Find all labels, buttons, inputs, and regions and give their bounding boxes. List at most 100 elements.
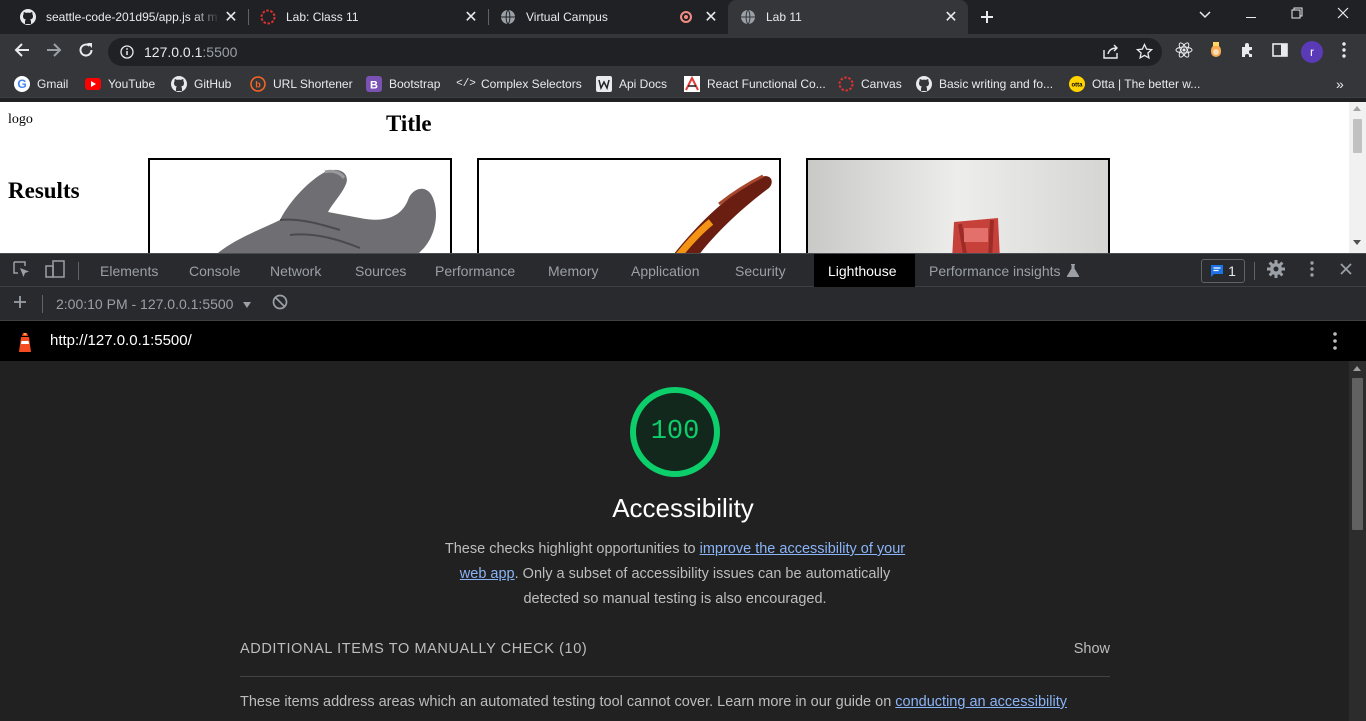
side-panel-button[interactable] — [1265, 37, 1295, 67]
tab-network[interactable]: Network — [256, 254, 335, 287]
tab-title: Lab: Class 11 — [286, 10, 359, 24]
report-header: http://127.0.0.1:5500/ — [0, 321, 1366, 361]
tab-console[interactable]: Console — [175, 254, 254, 287]
tab-github-app-js[interactable]: seattle-code-201d95/app.js at m ✕ — [8, 0, 248, 34]
close-icon[interactable]: ✕ — [700, 6, 722, 28]
results-heading: Results — [8, 178, 80, 203]
issues-counter-button[interactable]: 1 — [1201, 259, 1245, 283]
scroll-down-arrow-icon[interactable] — [1353, 240, 1361, 245]
tab-search-button[interactable] — [1182, 0, 1228, 30]
product-card-chair[interactable] — [806, 158, 1110, 253]
tab-sources[interactable]: Sources — [341, 254, 420, 287]
tab-performance-insights[interactable]: Performance insights — [915, 254, 1093, 287]
devtools-menu-button[interactable] — [1300, 259, 1324, 283]
report-selector[interactable]: 2:00:10 PM - 127.0.0.1:5500 — [56, 296, 252, 312]
report-menu-button[interactable] — [1326, 331, 1344, 351]
manual-checks-header[interactable]: ADDITIONAL ITEMS TO MANUALLY CHECK (10) … — [240, 639, 1110, 677]
bookmark-label: React Functional Co... — [707, 77, 826, 91]
tab-lighthouse[interactable]: Lighthouse — [814, 254, 915, 287]
github-icon — [20, 9, 36, 25]
report-scrollbar[interactable] — [1349, 361, 1366, 721]
inspect-element-button[interactable] — [9, 259, 33, 283]
bookmark-basic-writing[interactable]: Basic writing and fo... — [916, 74, 1053, 94]
issues-count: 1 — [1228, 263, 1236, 279]
devtools-settings-button[interactable] — [1264, 259, 1288, 283]
scrollbar-thumb[interactable] — [1352, 378, 1363, 530]
share-icon[interactable] — [1102, 44, 1120, 60]
info-icon[interactable] — [120, 45, 134, 59]
scroll-up-arrow-icon[interactable] — [1353, 106, 1361, 111]
tab-memory[interactable]: Memory — [534, 254, 613, 287]
otta-icon: otta — [1069, 76, 1085, 92]
product-card-pipe[interactable] — [477, 158, 781, 253]
scroll-up-arrow-icon[interactable] — [1353, 366, 1361, 371]
bookmark-github[interactable]: GitHub — [171, 74, 231, 94]
recording-icon — [680, 11, 692, 23]
browser-toolbar: 127.0.0.1:5500 r — [0, 34, 1366, 70]
page-scrollbar[interactable] — [1349, 102, 1366, 253]
category-title: Accessibility — [612, 493, 754, 523]
bookmark-youtube[interactable]: YouTube — [85, 74, 155, 94]
show-toggle[interactable]: Show — [1074, 641, 1110, 657]
devtools-tab-bar: Elements Console Network Sources Perform… — [0, 253, 1366, 287]
tab-virtual-campus[interactable]: Virtual Campus ✕ — [488, 0, 728, 34]
react-doc-icon — [684, 76, 700, 92]
tab-performance[interactable]: Performance — [421, 254, 529, 287]
address-bar[interactable]: 127.0.0.1:5500 — [108, 38, 1162, 66]
devtools-close-button[interactable] — [1334, 259, 1358, 283]
tab-application[interactable]: Application — [617, 254, 714, 287]
guide-link[interactable]: conducting an accessibility — [895, 694, 1067, 710]
new-tab-button[interactable] — [972, 2, 1002, 32]
tab-label: Performance insights — [929, 262, 1061, 279]
tab-lab-11[interactable]: Lab 11 ✕ — [728, 0, 968, 34]
react-devtools-extension[interactable] — [1169, 37, 1199, 67]
close-icon[interactable]: ✕ — [220, 6, 242, 28]
close-icon[interactable]: ✕ — [940, 6, 962, 28]
product-card-glove[interactable] — [148, 158, 452, 253]
new-report-button[interactable] — [8, 292, 32, 316]
globe-icon — [500, 9, 516, 25]
bookmarks-overflow-button[interactable]: » — [1336, 74, 1344, 94]
bookmark-react-functional[interactable]: React Functional Co... — [684, 74, 826, 94]
reload-button[interactable] — [71, 37, 101, 67]
more-vertical-icon — [1333, 332, 1337, 350]
tab-title: seattle-code-201d95/app.js at m — [46, 10, 218, 24]
bookmark-gmail[interactable]: G Gmail — [14, 74, 68, 94]
tab-lab-class-11[interactable]: Lab: Class 11 ✕ — [248, 0, 488, 34]
extensions-button[interactable] — [1233, 37, 1263, 67]
window-close-button[interactable] — [1320, 0, 1366, 30]
more-vertical-icon — [1342, 41, 1346, 63]
svg-text:G: G — [17, 77, 26, 91]
clear-reports-button[interactable] — [268, 292, 292, 316]
back-button[interactable] — [7, 37, 37, 67]
bookmark-bootstrap[interactable]: B Bootstrap — [366, 74, 440, 94]
device-toolbar-button[interactable] — [43, 259, 67, 283]
arrow-right-icon — [46, 42, 62, 63]
bookmark-otta[interactable]: otta Otta | The better w... — [1069, 74, 1200, 94]
extension-bottle-icon — [1210, 41, 1222, 63]
bookmark-label: Api Docs — [619, 77, 668, 91]
bookmark-canvas[interactable]: Canvas — [838, 74, 902, 94]
extension-button[interactable] — [1201, 37, 1231, 67]
report-body: 100 Accessibility These checks highlight… — [0, 361, 1366, 721]
bookmark-label: YouTube — [108, 77, 156, 91]
profile-button[interactable]: r — [1297, 37, 1327, 67]
bookmark-complex-selectors[interactable]: </> Complex Selectors — [456, 74, 582, 94]
tab-security[interactable]: Security — [721, 254, 800, 287]
restore-icon — [1291, 6, 1303, 24]
report-url: http://127.0.0.1:5500/ — [50, 332, 192, 349]
minimize-button[interactable] — [1228, 0, 1274, 30]
bookmark-api-docs[interactable]: Api Docs — [596, 74, 667, 94]
bookmark-label: Complex Selectors — [481, 77, 582, 91]
close-icon[interactable]: ✕ — [460, 6, 482, 28]
tab-elements[interactable]: Elements — [86, 254, 172, 287]
scrollbar-thumb[interactable] — [1353, 119, 1362, 153]
message-icon — [1210, 264, 1224, 278]
restore-button[interactable] — [1274, 0, 1320, 30]
avatar: r — [1301, 41, 1323, 63]
bootstrap-icon: B — [366, 76, 382, 92]
browser-menu-button[interactable] — [1329, 37, 1359, 67]
bookmark-url-shortener[interactable]: b URL Shortener — [250, 74, 353, 94]
bookmark-star-icon[interactable] — [1136, 43, 1153, 60]
forward-button[interactable] — [39, 37, 69, 67]
